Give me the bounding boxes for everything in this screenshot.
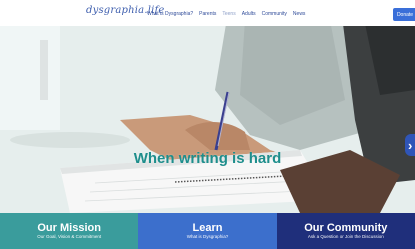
- nav-menu: What is Dysgraphia? Parents Teens Adults…: [147, 11, 305, 17]
- nav-link-teens[interactable]: Teens: [222, 11, 235, 17]
- tile-learn[interactable]: Learn What is Dysgraphia?: [138, 213, 277, 249]
- nav-link-parents[interactable]: Parents: [199, 11, 216, 17]
- tile-title: Our Community: [304, 222, 388, 234]
- hero-photo: [0, 0, 415, 213]
- hero-banner: When writing is hard ›: [0, 0, 415, 213]
- tile-title: Learn: [192, 222, 223, 234]
- chevron-right-icon: ›: [408, 137, 413, 153]
- feature-tiles: Our Mission Our Goal, Vision & Commitmen…: [0, 213, 415, 249]
- nav-link-news[interactable]: News: [293, 11, 306, 17]
- tile-title: Our Mission: [37, 222, 101, 234]
- top-navigation: dysgraphia.life What is Dysgraphia? Pare…: [0, 0, 415, 26]
- hero-title: When writing is hard: [133, 150, 282, 167]
- tile-subtitle: What is Dysgraphia?: [186, 234, 229, 239]
- next-slide-button[interactable]: ›: [405, 134, 415, 156]
- tile-our-mission[interactable]: Our Mission Our Goal, Vision & Commitmen…: [0, 213, 139, 249]
- tile-subtitle: Ask a Question or Join the Discussion: [307, 234, 384, 239]
- tile-subtitle: Our Goal, Vision & Commitment: [37, 234, 102, 239]
- nav-link-community[interactable]: Community: [262, 11, 287, 17]
- nav-link-adults[interactable]: Adults: [242, 11, 256, 17]
- tile-our-community[interactable]: Our Community Ask a Question or Join the…: [276, 213, 415, 249]
- donate-button[interactable]: Donate: [393, 8, 415, 21]
- nav-link-what-is-dysgraphia[interactable]: What is Dysgraphia?: [147, 11, 193, 17]
